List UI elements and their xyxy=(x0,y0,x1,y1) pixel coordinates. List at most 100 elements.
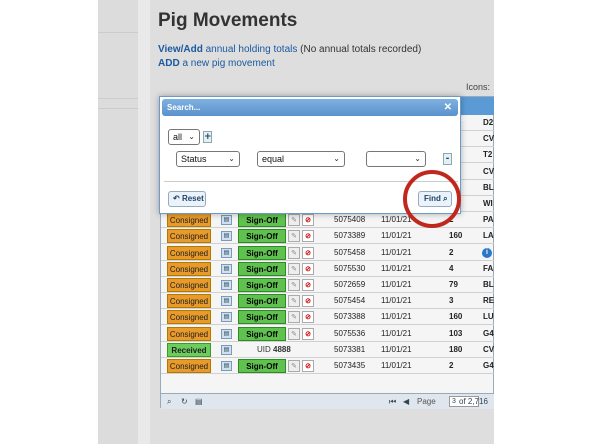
movement-date: 11/01/21 xyxy=(381,280,412,289)
annual-holding-totals-link[interactable]: annual holding totals xyxy=(206,44,298,55)
document-icon[interactable]: ▤ xyxy=(221,280,232,290)
prev-page-icon[interactable]: ◀ xyxy=(403,397,409,406)
destination-code: G4 xyxy=(483,328,494,338)
delete-icon[interactable]: ⊘ xyxy=(302,214,314,227)
sign-off-button[interactable]: Sign-Off xyxy=(238,310,286,325)
first-page-icon[interactable]: ⏮ xyxy=(389,397,396,407)
pig-count: 160 xyxy=(449,231,463,241)
chevron-down-icon: ⌄ xyxy=(333,154,340,163)
movement-number: 5073389 xyxy=(334,231,366,241)
edit-icon[interactable]: ✎ xyxy=(288,360,300,372)
operator-select-value: equal xyxy=(262,154,285,164)
close-icon[interactable]: ✕ xyxy=(444,99,452,116)
edit-icon[interactable]: ✎ xyxy=(288,327,300,340)
info-icon[interactable]: i xyxy=(482,247,492,258)
uid-label: UID xyxy=(257,344,271,354)
sign-off-button[interactable]: Sign-Off xyxy=(238,245,286,260)
delete-icon[interactable]: ⊘ xyxy=(302,279,314,291)
table-row[interactable]: Consigned ▤ Sign-Off ✎ ⊘ 5075454 11/01/21 3 RE xyxy=(161,293,494,310)
delete-icon[interactable]: ⊘ xyxy=(302,262,314,275)
search-icon[interactable]: ⌕ xyxy=(167,397,171,407)
document-icon[interactable]: ▤ xyxy=(221,296,232,307)
add-pig-movement-link[interactable]: a new pig movement xyxy=(182,58,274,69)
edit-icon[interactable]: ✎ xyxy=(288,279,300,291)
document-icon[interactable]: ▤ xyxy=(221,344,232,355)
sign-off-button[interactable]: Sign-Off xyxy=(238,294,286,309)
status-badge: Consigned xyxy=(167,229,211,244)
edit-icon[interactable]: ✎ xyxy=(288,295,300,308)
remove-rule-button[interactable]: - xyxy=(443,153,452,165)
table-row[interactable]: Consigned ▤ Sign-Off ✎ ⊘ 5075458 11/01/21 2 i xyxy=(161,245,494,261)
sidebar-divider xyxy=(98,32,138,33)
destination-code: LA xyxy=(483,231,494,241)
pig-count: 103 xyxy=(449,328,463,338)
delete-icon[interactable]: ⊘ xyxy=(302,230,314,243)
edit-icon[interactable]: ✎ xyxy=(288,262,300,275)
undo-icon: ↶ xyxy=(173,194,180,203)
table-row[interactable]: Consigned ▤ Sign-Off ✎ ⊘ 5075536 11/01/21 103 G4 xyxy=(161,326,494,342)
status-badge: Consigned xyxy=(167,245,211,260)
pig-count: 2 xyxy=(449,361,454,370)
highlight-ring xyxy=(403,170,461,228)
delete-icon[interactable]: ⊘ xyxy=(302,295,314,308)
document-icon[interactable]: ▤ xyxy=(221,215,232,226)
add-rule-button[interactable]: + xyxy=(203,131,212,143)
movement-number: 5075458 xyxy=(334,247,366,257)
delete-icon[interactable]: ⊘ xyxy=(302,246,314,259)
destination-code: RE xyxy=(483,296,494,306)
sign-off-button[interactable]: Sign-Off xyxy=(238,213,286,228)
destination-code: BL xyxy=(483,280,494,289)
sidebar-divider xyxy=(98,98,138,99)
pig-count: 180 xyxy=(449,344,463,354)
delete-icon[interactable]: ⊘ xyxy=(302,311,314,324)
sign-off-button[interactable]: Sign-Off xyxy=(238,261,286,276)
document-icon[interactable]: ▤ xyxy=(221,231,232,242)
operator-select[interactable]: equal ⌄ xyxy=(257,151,345,167)
document-icon[interactable]: ▤ xyxy=(221,328,232,339)
destination-code: FA xyxy=(483,263,494,273)
table-row[interactable]: Consigned ▤ Sign-Off ✎ ⊘ 5072659 11/01/21 79 BL xyxy=(161,277,494,293)
table-row[interactable]: Consigned ▤ Sign-Off ✎ ⊘ 5073388 11/01/21 160 LU xyxy=(161,309,494,326)
group-operator-select[interactable]: all ⌄ xyxy=(168,129,200,145)
reset-label: Reset xyxy=(181,194,204,203)
add-movement-line: ADD a new pig movement xyxy=(158,58,275,69)
movement-date: 11/01/21 xyxy=(381,263,412,273)
field-select[interactable]: Status ⌄ xyxy=(176,151,240,167)
sign-off-button[interactable]: Sign-Off xyxy=(238,326,286,341)
status-badge: Consigned xyxy=(167,213,211,228)
status-badge: Consigned xyxy=(167,294,211,309)
search-dialog-title-bar: Search... ✕ xyxy=(162,99,458,116)
document-icon[interactable]: ▤ xyxy=(221,361,232,371)
delete-icon[interactable]: ⊘ xyxy=(302,327,314,340)
pig-count: 3 xyxy=(449,296,454,306)
delete-icon[interactable]: ⊘ xyxy=(302,360,314,372)
export-icon[interactable]: ▤ xyxy=(195,397,203,406)
status-badge: Consigned xyxy=(167,278,211,292)
document-icon[interactable]: ▤ xyxy=(221,263,232,274)
page-title: Pig Movements xyxy=(158,10,298,31)
group-operator-value: all xyxy=(173,132,183,142)
sign-off-button[interactable]: Sign-Off xyxy=(238,278,286,292)
reset-button[interactable]: ↶ Reset xyxy=(168,191,206,207)
annual-totals-note: (No annual totals recorded) xyxy=(300,44,422,55)
table-row[interactable]: Consigned ▤ Sign-Off ✎ ⊘ 5073389 11/01/21 160 LA xyxy=(161,228,494,245)
view-add-link[interactable]: View/Add xyxy=(158,44,203,55)
edit-icon[interactable]: ✎ xyxy=(288,311,300,324)
value-select[interactable]: ⌄ xyxy=(366,151,426,167)
destination-code: CV xyxy=(483,166,494,176)
table-row[interactable]: Consigned ▤ Sign-Off ✎ ⊘ 5075530 11/01/21 4 FA xyxy=(161,261,494,277)
document-icon[interactable]: ▤ xyxy=(221,247,232,258)
edit-icon[interactable]: ✎ xyxy=(288,230,300,243)
edit-icon[interactable]: ✎ xyxy=(288,214,300,227)
add-link[interactable]: ADD xyxy=(158,58,180,69)
pig-count: 4 xyxy=(449,263,454,273)
table-row[interactable]: Consigned ▤ Sign-Off ✎ ⊘ 5073435 11/01/21 2 G4 xyxy=(161,358,494,374)
sign-off-button[interactable]: Sign-Off xyxy=(238,229,286,244)
document-icon[interactable]: ▤ xyxy=(221,312,232,323)
sign-off-button[interactable]: Sign-Off xyxy=(238,359,286,373)
table-row[interactable]: Received ▤ UID 4888 5073381 11/01/21 180 CV xyxy=(161,342,494,358)
refresh-icon[interactable]: ↻ xyxy=(181,397,188,406)
pig-count: 2 xyxy=(449,247,454,257)
movement-number: 5075536 xyxy=(334,328,366,338)
edit-icon[interactable]: ✎ xyxy=(288,246,300,259)
